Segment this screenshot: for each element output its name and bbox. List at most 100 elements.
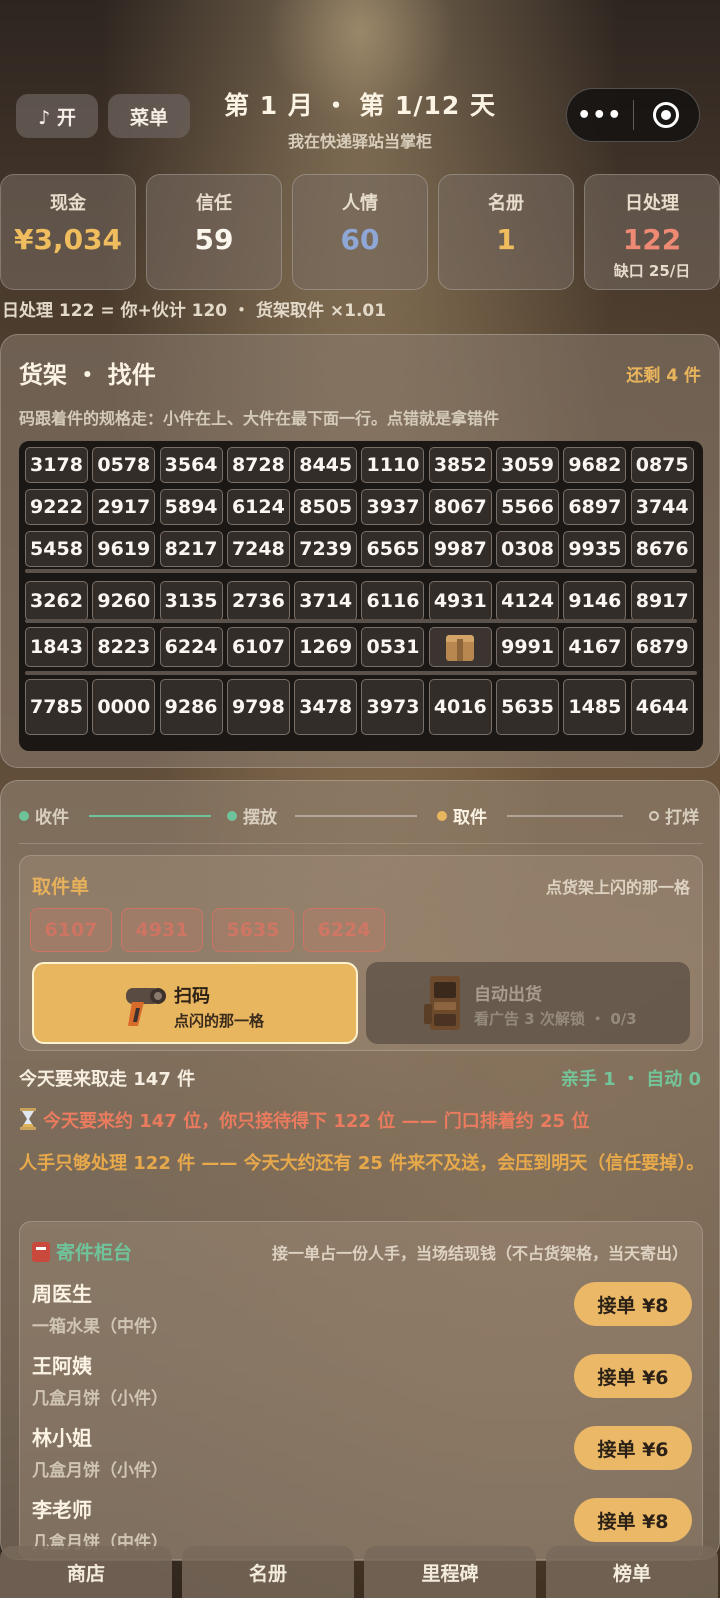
nav-roster[interactable]: 名册 [182,1546,354,1598]
parcel-locker-icon [424,976,460,1030]
shelf-slot[interactable]: 0875 [630,447,694,483]
shelf-slot[interactable]: 3973 [361,679,425,735]
shelf-slot[interactable]: 3135 [159,581,223,621]
step-dot [649,810,659,821]
shelf-slot[interactable]: 3937 [361,489,425,525]
nav-leaderboard[interactable]: 榜单 [546,1546,718,1598]
shelf-slot[interactable]: 9682 [563,447,627,483]
auto-dispatch-title: 自动出货 [474,985,542,1005]
helper-count: 亲手 1 ・ 自动 0 [560,1069,701,1090]
shelf-slot[interactable]: 3564 [159,447,223,483]
stat-value: ¥3,034 [13,223,123,256]
shelf-board [25,671,697,675]
step-connector [507,815,623,817]
shelf-slot[interactable]: 8445 [294,447,358,483]
shelf-slot[interactable]: 6897 [563,489,627,525]
postbox-icon [32,1241,50,1262]
shelf-slot[interactable]: 3059 [496,447,560,483]
shelf-slot[interactable]: 7785 [25,679,88,735]
scan-button[interactable]: 扫码 点闪的那一格 [32,962,358,1044]
shelf-slot[interactable]: 1843 [25,627,88,667]
shelf-grid: 3178 0578 3564 8728 8445 1110 3852 3059 9682 0875… [19,441,703,751]
shelf-slot[interactable]: 6879 [630,627,694,667]
shelf-slot[interactable]: 5635 [496,679,560,735]
shelf-slot[interactable]: 8728 [226,447,290,483]
shelf-slot-package[interactable] [428,627,492,667]
stat-label: 人情 [342,193,378,214]
customer-row: 王阿姨 几盒月饼（小件） 接单 ¥6 [32,1350,692,1416]
shelf-slot[interactable]: 8217 [159,531,223,567]
nav-milestones[interactable]: 里程碑 [364,1546,536,1598]
step-label: 打烊 [665,808,699,828]
shelf-slot[interactable]: 2736 [226,581,290,621]
step-label: 收件 [35,808,69,828]
shelf-board [25,619,697,623]
shelf-slot[interactable]: 9935 [563,531,627,567]
close-miniprogram-icon[interactable] [634,102,700,128]
shelf-board [25,569,697,573]
shelf-slot[interactable]: 3262 [25,581,88,621]
shelf-slot[interactable]: 4167 [563,627,627,667]
shelf-slot[interactable]: 6124 [226,489,290,525]
shelf-slot[interactable]: 5458 [25,531,88,567]
shelf-slot[interactable]: 5894 [159,489,223,525]
step-pickup: 取件 [437,803,487,828]
shelf-slot[interactable]: 9619 [92,531,156,567]
shelf-slot[interactable]: 9991 [496,627,560,667]
shelf-slot[interactable]: 9146 [563,581,627,621]
queue-warning: 今天要来约 147 位，你只接待得下 122 位 —— 门口排着约 25 位 [19,1107,703,1133]
music-toggle-button[interactable]: ♪ 开 [16,94,98,138]
step-dot [437,810,447,821]
shelf-slot[interactable]: 7248 [226,531,290,567]
shelf-slot[interactable]: 3714 [294,581,358,621]
shelf-slot[interactable]: 8676 [630,531,694,567]
shelf-slot[interactable]: 0531 [361,627,425,667]
shelf-slot[interactable]: 7239 [294,531,358,567]
pickup-code-tag: 6107 [30,908,112,952]
shelf-slot[interactable]: 5566 [496,489,560,525]
shelf-slot[interactable]: 9286 [159,679,223,735]
shelf-slot[interactable]: 4644 [630,679,694,735]
stats-bar: 现金 ¥3,034 信任 59 人情 60 名册 1 日处理 122 缺口 25… [0,174,720,290]
shelf-slot[interactable]: 9260 [92,581,156,621]
shelf-slot[interactable]: 8505 [294,489,358,525]
shelf-slot[interactable]: 4016 [428,679,492,735]
shelf-slot[interactable]: 0578 [92,447,156,483]
accept-order-button[interactable]: 接单 ¥8 [574,1282,692,1326]
shelf-slot[interactable]: 8067 [428,489,492,525]
shelf-slot[interactable]: 6116 [361,581,425,621]
shelf-slot[interactable]: 8917 [630,581,694,621]
shelf-slot[interactable]: 6107 [226,627,290,667]
stat-favor: 人情 60 [292,174,428,290]
shelf-slot[interactable]: 4124 [496,581,560,621]
shelf-slot[interactable]: 3744 [630,489,694,525]
scan-button-title: 扫码 [174,986,210,1007]
more-options-icon[interactable]: ••• [567,103,633,128]
shelf-slot[interactable]: 8223 [92,627,156,667]
accept-order-button[interactable]: 接单 ¥6 [574,1426,692,1470]
shelf-slot[interactable]: 3852 [428,447,492,483]
auto-dispatch-button[interactable]: 自动出货 看广告 3 次解锁 ・ 0/3 [366,962,690,1044]
shelf-slot[interactable]: 9987 [428,531,492,567]
shelf-slot[interactable]: 0308 [496,531,560,567]
accept-order-button[interactable]: 接单 ¥8 [574,1498,692,1542]
shelf-slot[interactable]: 3178 [25,447,88,483]
menu-button[interactable]: 菜单 [108,94,190,138]
shelf-slot[interactable]: 9798 [226,679,290,735]
pickup-code-tag: 6224 [303,908,385,952]
shelf-slot[interactable]: 4931 [428,581,492,621]
remaining-count: 还剩 4 件 [626,366,701,386]
shelf-slot[interactable]: 6565 [361,531,425,567]
shelf-slot[interactable]: 9222 [25,489,88,525]
shelf-slot[interactable]: 1269 [294,627,358,667]
shelf-slot[interactable]: 1485 [563,679,627,735]
shelf-slot[interactable]: 0000 [92,679,156,735]
customer-name: 林小姐 [32,1426,92,1450]
accept-order-button[interactable]: 接单 ¥6 [574,1354,692,1398]
nav-shop[interactable]: 商店 [0,1546,172,1598]
shelf-slot[interactable]: 2917 [92,489,156,525]
shelf-slot[interactable]: 3478 [294,679,358,735]
customer-name: 周医生 [32,1282,92,1306]
shelf-slot[interactable]: 1110 [361,447,425,483]
shelf-slot[interactable]: 6224 [159,627,223,667]
